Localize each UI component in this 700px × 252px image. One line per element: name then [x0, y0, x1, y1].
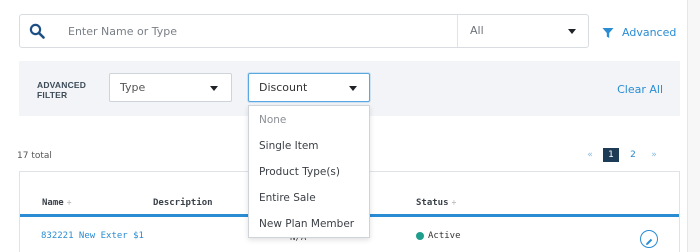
filter-title-line2: FILTER — [37, 90, 68, 100]
sort-icon: ÷ — [451, 198, 457, 207]
clear-all-link[interactable]: Clear All — [617, 83, 663, 96]
status-text: Active — [428, 231, 461, 241]
discount-option-single-item[interactable]: Single Item — [249, 133, 369, 159]
search-bar: All — [19, 14, 589, 48]
pagination: « 1 2 » — [580, 147, 664, 163]
column-name-label: Name — [42, 198, 64, 208]
discount-option-none[interactable]: None — [249, 107, 369, 133]
discount-select[interactable]: Discount — [248, 73, 370, 102]
chevron-down-icon — [210, 86, 218, 91]
advanced-filter-title: ADVANCED FILTER — [37, 80, 86, 100]
search-icon[interactable] — [29, 23, 45, 39]
type-select[interactable]: Type — [109, 73, 232, 102]
search-scope-select[interactable]: All — [457, 15, 589, 47]
column-status-label: Status — [416, 198, 449, 208]
page-scrollbar[interactable] — [687, 0, 700, 252]
advanced-label: Advanced — [622, 25, 677, 39]
discount-option-entire-sale[interactable]: Entire Sale — [249, 185, 369, 211]
discount-option-product-types[interactable]: Product Type(s) — [249, 159, 369, 185]
next-page-button[interactable]: » — [644, 150, 664, 160]
discount-dropdown-menu: None Single Item Product Type(s) Entire … — [248, 105, 370, 238]
chevron-down-icon — [349, 86, 357, 91]
advanced-search-toggle[interactable]: Advanced — [602, 24, 676, 40]
column-header-name[interactable]: Name ÷ — [42, 198, 72, 208]
column-header-description: Description — [153, 198, 213, 208]
chevron-down-icon — [568, 29, 576, 34]
sort-icon: ÷ — [66, 198, 72, 207]
filter-icon — [602, 26, 614, 38]
search-scope-value: All — [470, 24, 484, 37]
search-input[interactable] — [68, 16, 448, 46]
results-total: 17 total — [17, 151, 52, 161]
prev-page-button[interactable]: « — [580, 150, 600, 160]
row-name-link[interactable]: 832221 New Exter $1 — [41, 231, 144, 241]
pencil-icon — [644, 234, 654, 245]
filter-title-line1: ADVANCED — [37, 80, 87, 90]
status-dot-icon — [416, 232, 424, 240]
page-1-button[interactable]: 1 — [603, 148, 619, 162]
status-badge: Active — [416, 231, 461, 241]
column-header-status[interactable]: Status ÷ — [416, 198, 456, 208]
discount-select-value: Discount — [259, 81, 308, 94]
edit-button[interactable] — [640, 230, 658, 248]
discount-option-new-plan-member[interactable]: New Plan Member — [249, 211, 369, 237]
type-select-value: Type — [120, 81, 146, 94]
page-2-button[interactable]: 2 — [625, 148, 641, 162]
